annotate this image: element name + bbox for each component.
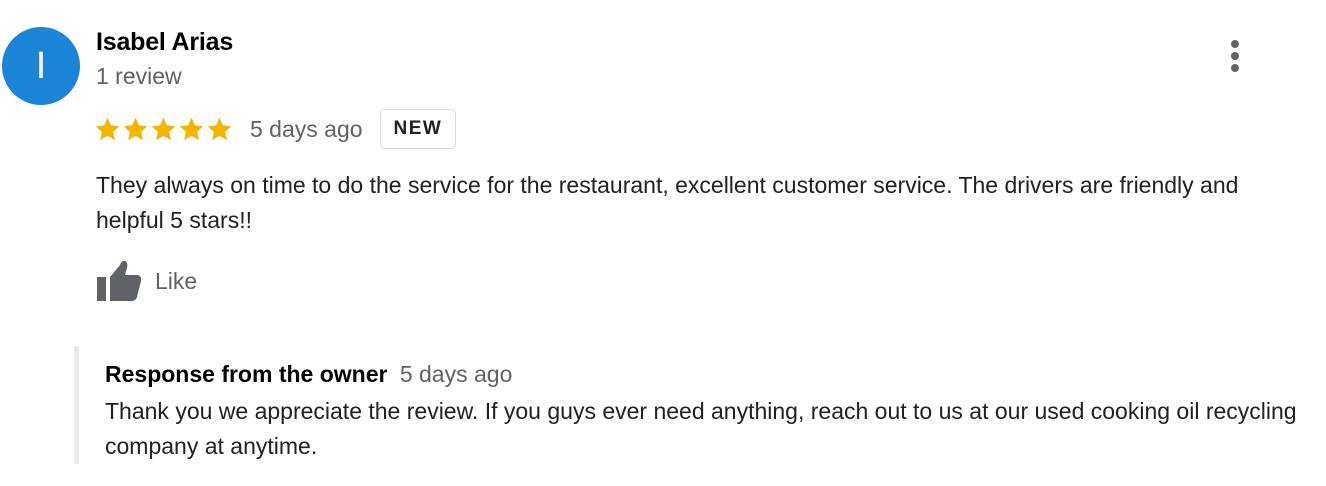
- more-vert-icon: [1231, 40, 1239, 48]
- owner-response-text: Thank you we appreciate the review. If y…: [105, 398, 1297, 459]
- owner-response-header: Response from the owner 5 days ago: [105, 359, 512, 389]
- more-options-button[interactable]: [1220, 36, 1250, 76]
- star-icon: [95, 117, 120, 140]
- new-badge: NEW: [379, 109, 457, 149]
- like-button[interactable]: Like: [96, 258, 197, 304]
- like-label: Like: [155, 267, 198, 294]
- star-icon: [151, 117, 176, 140]
- star-icon: [179, 117, 204, 140]
- reviewer-name[interactable]: Isabel Arias: [96, 27, 233, 57]
- rating-row: 5 days ago NEW: [94, 108, 457, 150]
- avatar[interactable]: I: [2, 27, 80, 105]
- more-vert-icon-dot-3: [1231, 64, 1239, 72]
- star-icon: [123, 117, 148, 140]
- owner-response: Response from the owner 5 days ago Thank…: [74, 346, 1319, 464]
- review-text: They always on time to do the service fo…: [96, 172, 1239, 233]
- thumbs-up-icon: [97, 260, 142, 301]
- reviewer-review-count: 1 review: [96, 63, 182, 89]
- owner-response-date: 5 days ago: [399, 361, 513, 387]
- review-date: 5 days ago: [250, 115, 363, 142]
- owner-response-title: Response from the owner: [105, 361, 388, 387]
- more-vert-icon-dot-2: [1231, 52, 1239, 60]
- star-icon: [207, 117, 232, 140]
- star-rating: [94, 116, 233, 143]
